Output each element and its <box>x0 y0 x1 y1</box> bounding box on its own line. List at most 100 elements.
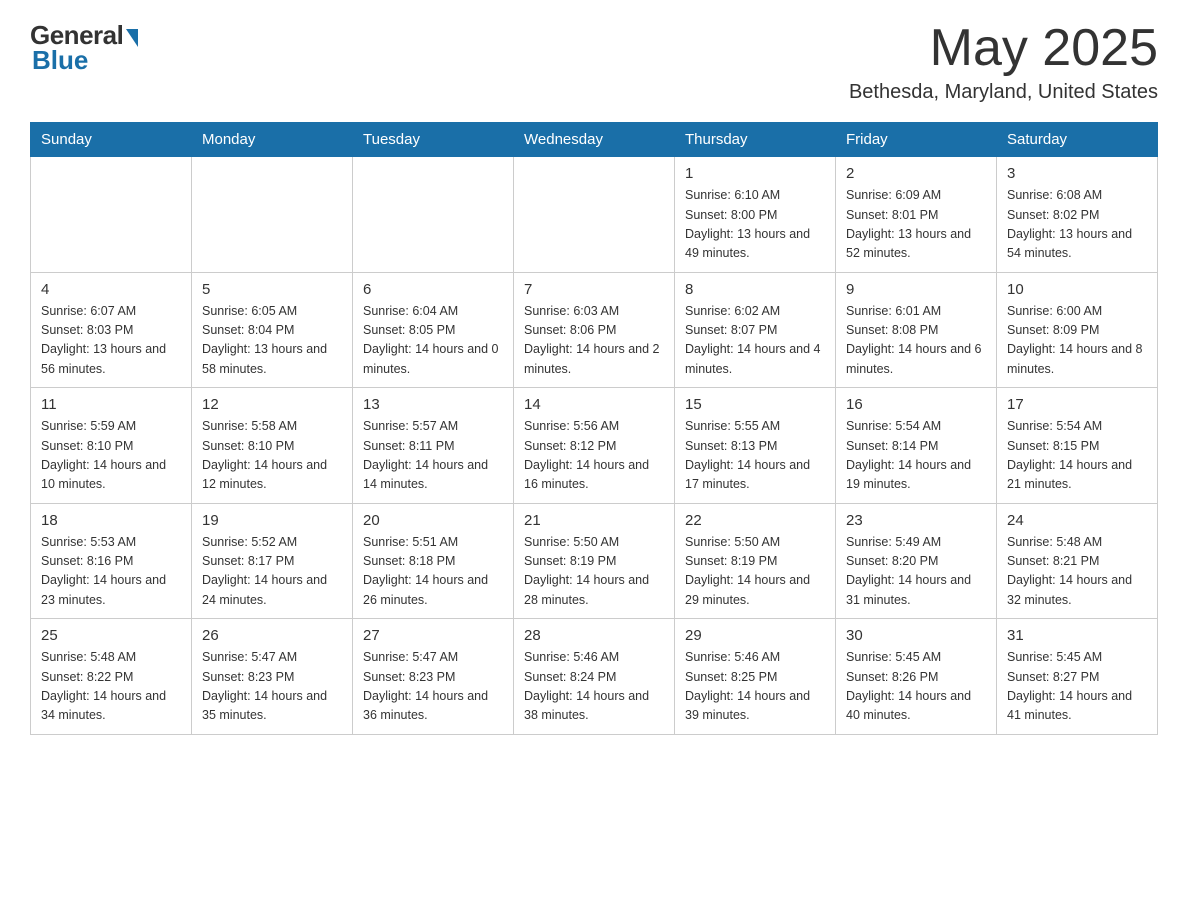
day-number: 7 <box>524 281 664 298</box>
calendar-week-row: 25 Sunrise: 5:48 AMSunset: 8:22 PMDayligh… <box>31 619 1158 735</box>
day-number: 15 <box>685 396 825 413</box>
day-info: Sunrise: 5:56 AMSunset: 8:12 PMDaylight:… <box>524 417 664 495</box>
day-number: 8 <box>685 281 825 298</box>
day-of-week-header: Friday <box>836 123 997 157</box>
day-info: Sunrise: 5:46 AMSunset: 8:25 PMDaylight:… <box>685 648 825 726</box>
calendar-cell: 3 Sunrise: 6:08 AMSunset: 8:02 PMDaylight… <box>997 157 1158 273</box>
day-info: Sunrise: 5:47 AMSunset: 8:23 PMDaylight:… <box>202 648 342 726</box>
calendar-cell: 10 Sunrise: 6:00 AMSunset: 8:09 PMDayligh… <box>997 272 1158 388</box>
calendar-cell: 9 Sunrise: 6:01 AMSunset: 8:08 PMDaylight… <box>836 272 997 388</box>
title-section: May 2025 Bethesda, Maryland, United Stat… <box>849 20 1158 104</box>
calendar-cell: 1 Sunrise: 6:10 AMSunset: 8:00 PMDaylight… <box>675 157 836 273</box>
day-info: Sunrise: 6:08 AMSunset: 8:02 PMDaylight:… <box>1007 186 1147 264</box>
page-header: General Blue May 2025 Bethesda, Maryland… <box>30 20 1158 104</box>
day-info: Sunrise: 5:48 AMSunset: 8:21 PMDaylight:… <box>1007 533 1147 611</box>
calendar-cell: 14Sunrise: 5:56 AMSunset: 8:12 PMDayligh… <box>514 388 675 504</box>
day-info: Sunrise: 5:45 AMSunset: 8:27 PMDaylight:… <box>1007 648 1147 726</box>
day-number: 23 <box>846 512 986 529</box>
calendar-title: May 2025 <box>849 20 1158 77</box>
logo-arrow-icon <box>126 29 138 47</box>
day-number: 11 <box>41 396 181 413</box>
day-info: Sunrise: 6:07 AMSunset: 8:03 PMDaylight:… <box>41 302 181 380</box>
calendar-cell <box>192 157 353 273</box>
calendar-cell: 13 Sunrise: 5:57 AMSunset: 8:11 PMDayligh… <box>353 388 514 504</box>
day-number: 5 <box>202 281 342 298</box>
day-of-week-header: Sunday <box>31 123 192 157</box>
calendar-cell: 5 Sunrise: 6:05 AMSunset: 8:04 PMDaylight… <box>192 272 353 388</box>
day-of-week-header: Saturday <box>997 123 1158 157</box>
day-info: Sunrise: 5:50 AMSunset: 8:19 PMDaylight:… <box>685 533 825 611</box>
day-number: 16 <box>846 396 986 413</box>
calendar-cell: 21Sunrise: 5:50 AMSunset: 8:19 PMDayligh… <box>514 503 675 619</box>
day-info: Sunrise: 6:04 AMSunset: 8:05 PMDaylight:… <box>363 302 503 380</box>
day-info: Sunrise: 5:45 AMSunset: 8:26 PMDaylight:… <box>846 648 986 726</box>
day-info: Sunrise: 6:05 AMSunset: 8:04 PMDaylight:… <box>202 302 342 380</box>
day-info: Sunrise: 5:47 AMSunset: 8:23 PMDaylight:… <box>363 648 503 726</box>
logo-blue-text: Blue <box>32 45 88 76</box>
day-info: Sunrise: 5:52 AMSunset: 8:17 PMDaylight:… <box>202 533 342 611</box>
calendar-cell: 26 Sunrise: 5:47 AMSunset: 8:23 PMDayligh… <box>192 619 353 735</box>
calendar-cell: 15 Sunrise: 5:55 AMSunset: 8:13 PMDayligh… <box>675 388 836 504</box>
calendar-cell: 28 Sunrise: 5:46 AMSunset: 8:24 PMDayligh… <box>514 619 675 735</box>
day-info: Sunrise: 5:49 AMSunset: 8:20 PMDaylight:… <box>846 533 986 611</box>
day-info: Sunrise: 5:51 AMSunset: 8:18 PMDaylight:… <box>363 533 503 611</box>
day-number: 6 <box>363 281 503 298</box>
day-number: 20 <box>363 512 503 529</box>
day-number: 10 <box>1007 281 1147 298</box>
calendar-week-row: 1 Sunrise: 6:10 AMSunset: 8:00 PMDaylight… <box>31 157 1158 273</box>
day-info: Sunrise: 6:00 AMSunset: 8:09 PMDaylight:… <box>1007 302 1147 380</box>
day-info: Sunrise: 5:59 AMSunset: 8:10 PMDaylight:… <box>41 417 181 495</box>
day-number: 25 <box>41 627 181 644</box>
day-number: 28 <box>524 627 664 644</box>
day-number: 13 <box>363 396 503 413</box>
day-info: Sunrise: 5:48 AMSunset: 8:22 PMDaylight:… <box>41 648 181 726</box>
calendar-cell: 18 Sunrise: 5:53 AMSunset: 8:16 PMDayligh… <box>31 503 192 619</box>
calendar-cell: 23 Sunrise: 5:49 AMSunset: 8:20 PMDayligh… <box>836 503 997 619</box>
calendar-cell: 17Sunrise: 5:54 AMSunset: 8:15 PMDayligh… <box>997 388 1158 504</box>
logo: General Blue <box>30 20 138 76</box>
day-number: 3 <box>1007 165 1147 182</box>
day-info: Sunrise: 6:01 AMSunset: 8:08 PMDaylight:… <box>846 302 986 380</box>
day-info: Sunrise: 5:53 AMSunset: 8:16 PMDaylight:… <box>41 533 181 611</box>
calendar-cell: 25 Sunrise: 5:48 AMSunset: 8:22 PMDayligh… <box>31 619 192 735</box>
day-info: Sunrise: 5:50 AMSunset: 8:19 PMDaylight:… <box>524 533 664 611</box>
day-number: 29 <box>685 627 825 644</box>
calendar-cell <box>353 157 514 273</box>
day-info: Sunrise: 6:10 AMSunset: 8:00 PMDaylight:… <box>685 186 825 264</box>
calendar-cell: 22 Sunrise: 5:50 AMSunset: 8:19 PMDayligh… <box>675 503 836 619</box>
day-of-week-header: Monday <box>192 123 353 157</box>
calendar-cell: 12Sunrise: 5:58 AMSunset: 8:10 PMDayligh… <box>192 388 353 504</box>
calendar-cell: 24 Sunrise: 5:48 AMSunset: 8:21 PMDayligh… <box>997 503 1158 619</box>
day-number: 27 <box>363 627 503 644</box>
day-info: Sunrise: 5:55 AMSunset: 8:13 PMDaylight:… <box>685 417 825 495</box>
calendar-week-row: 18 Sunrise: 5:53 AMSunset: 8:16 PMDayligh… <box>31 503 1158 619</box>
calendar-cell: 27 Sunrise: 5:47 AMSunset: 8:23 PMDayligh… <box>353 619 514 735</box>
calendar-cell: 16Sunrise: 5:54 AMSunset: 8:14 PMDayligh… <box>836 388 997 504</box>
calendar-subtitle: Bethesda, Maryland, United States <box>849 81 1158 104</box>
day-info: Sunrise: 6:03 AMSunset: 8:06 PMDaylight:… <box>524 302 664 380</box>
calendar-cell: 7 Sunrise: 6:03 AMSunset: 8:06 PMDaylight… <box>514 272 675 388</box>
calendar-cell: 20 Sunrise: 5:51 AMSunset: 8:18 PMDayligh… <box>353 503 514 619</box>
day-number: 18 <box>41 512 181 529</box>
day-number: 24 <box>1007 512 1147 529</box>
calendar-cell: 2Sunrise: 6:09 AMSunset: 8:01 PMDaylight… <box>836 157 997 273</box>
day-number: 22 <box>685 512 825 529</box>
day-info: Sunrise: 5:57 AMSunset: 8:11 PMDaylight:… <box>363 417 503 495</box>
calendar-cell <box>31 157 192 273</box>
calendar-week-row: 4 Sunrise: 6:07 AMSunset: 8:03 PMDaylight… <box>31 272 1158 388</box>
day-info: Sunrise: 5:54 AMSunset: 8:15 PMDaylight:… <box>1007 417 1147 495</box>
day-of-week-header: Thursday <box>675 123 836 157</box>
day-number: 12 <box>202 396 342 413</box>
day-number: 4 <box>41 281 181 298</box>
day-number: 26 <box>202 627 342 644</box>
calendar-cell: 4 Sunrise: 6:07 AMSunset: 8:03 PMDaylight… <box>31 272 192 388</box>
calendar-table: SundayMondayTuesdayWednesdayThursdayFrid… <box>30 122 1158 735</box>
calendar-week-row: 11 Sunrise: 5:59 AMSunset: 8:10 PMDayligh… <box>31 388 1158 504</box>
day-of-week-header: Wednesday <box>514 123 675 157</box>
calendar-cell: 6 Sunrise: 6:04 AMSunset: 8:05 PMDaylight… <box>353 272 514 388</box>
calendar-cell: 11 Sunrise: 5:59 AMSunset: 8:10 PMDayligh… <box>31 388 192 504</box>
day-info: Sunrise: 5:46 AMSunset: 8:24 PMDaylight:… <box>524 648 664 726</box>
calendar-cell: 8Sunrise: 6:02 AMSunset: 8:07 PMDaylight… <box>675 272 836 388</box>
day-number: 1 <box>685 165 825 182</box>
day-number: 9 <box>846 281 986 298</box>
